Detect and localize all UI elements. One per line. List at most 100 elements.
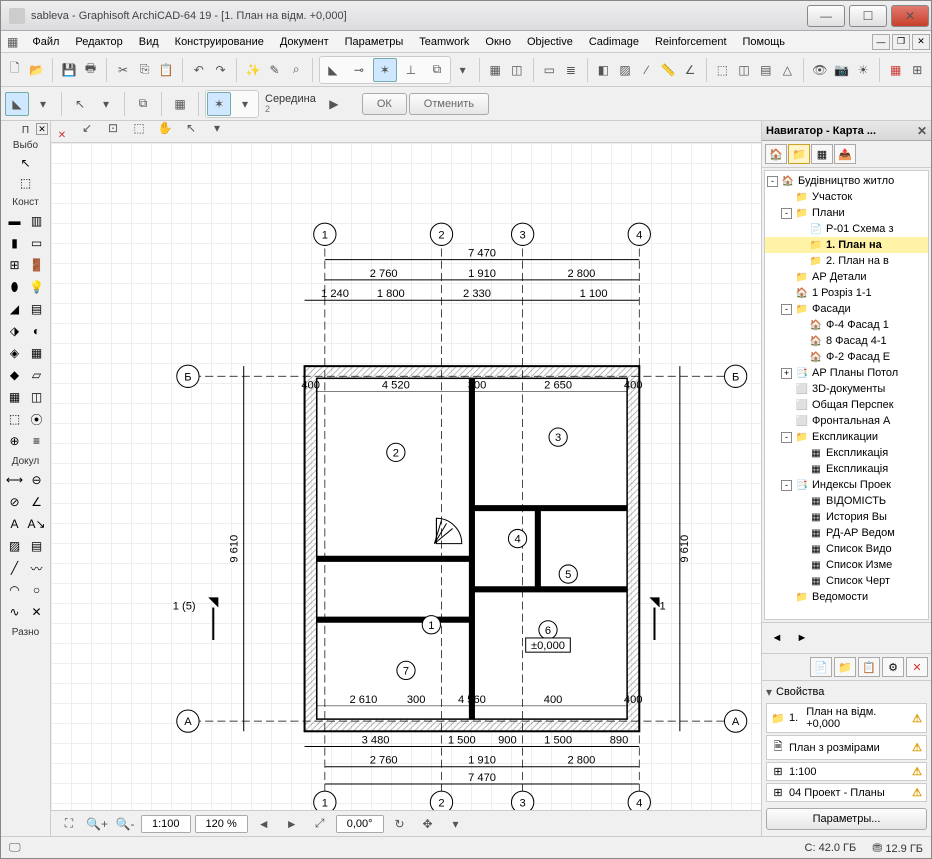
- grid-toggle-button[interactable]: ▦: [485, 58, 505, 82]
- tree-item[interactable]: ▦Експликація: [765, 461, 928, 477]
- zones-button[interactable]: ◫: [734, 58, 754, 82]
- radial-dim-tool[interactable]: ⊘: [5, 492, 25, 512]
- tree-item[interactable]: ⬜Общая Перспек: [765, 397, 928, 413]
- tree-item[interactable]: 📁Участок: [765, 189, 928, 205]
- trace-button[interactable]: ◧: [594, 58, 614, 82]
- wall-tool[interactable]: ▬: [5, 211, 25, 231]
- snap-end-button[interactable]: ⊸: [347, 58, 371, 82]
- cancel-button[interactable]: Отменить: [409, 93, 489, 115]
- pan-button[interactable]: ✥: [416, 812, 440, 836]
- zoom-prev-button[interactable]: ◄: [252, 812, 276, 836]
- zoom-extents-button[interactable]: ⛶: [57, 812, 81, 836]
- text-tool[interactable]: A: [5, 514, 25, 534]
- selection-tool-button[interactable]: ▦: [168, 92, 192, 116]
- marquee-selector-tool[interactable]: ⬚: [8, 173, 44, 193]
- tree-item[interactable]: 🏠Ф-2 Фасад Е: [765, 349, 928, 365]
- eyedropper-button[interactable]: ⌕: [286, 58, 306, 82]
- tree-item[interactable]: +📑АР Планы Потол: [765, 365, 928, 381]
- rail-tool[interactable]: ≡: [27, 431, 47, 451]
- hatch-tool[interactable]: ▤: [27, 536, 47, 556]
- menu-файл[interactable]: Файл: [24, 33, 67, 51]
- orientation-button[interactable]: ⤢: [308, 812, 332, 836]
- view-button[interactable]: 👁: [810, 58, 830, 82]
- tree-item[interactable]: 📁2. План на в: [765, 253, 928, 269]
- tree-item[interactable]: ⬜3D-документы: [765, 381, 928, 397]
- cut-button[interactable]: ✂: [113, 58, 133, 82]
- navigator-tree[interactable]: -🏠Будівництво житло📁Участок-📁Плани📄P-01 …: [764, 170, 929, 620]
- shell-tool[interactable]: ◐: [27, 321, 47, 341]
- tree-item[interactable]: 🏠8 Фасад 4-1: [765, 333, 928, 349]
- column-tool[interactable]: ▮: [5, 233, 25, 253]
- trace-settings[interactable]: ⬚: [127, 116, 151, 140]
- tree-item[interactable]: 🏠1 Розріз 1-1: [765, 285, 928, 301]
- angle-button[interactable]: ∠: [680, 58, 700, 82]
- menu-reinforcement[interactable]: Reinforcement: [647, 33, 735, 51]
- menu-редактор[interactable]: Редактор: [67, 33, 130, 51]
- tree-left-button[interactable]: ◄: [765, 626, 789, 650]
- property-row[interactable]: 🗎План з розмірами⚠: [766, 735, 927, 760]
- tab-close-button[interactable]: ✕: [55, 128, 69, 142]
- snap-corner-button[interactable]: ◣: [321, 58, 345, 82]
- morph-tool[interactable]: ◆: [5, 365, 25, 385]
- lamp-tool[interactable]: 💡: [27, 277, 47, 297]
- snap-int-button[interactable]: ⧉: [425, 58, 449, 82]
- line-button[interactable]: ∕: [637, 58, 657, 82]
- label-tool[interactable]: A↘: [27, 514, 47, 534]
- property-row[interactable]: ⊞1:100⚠: [766, 762, 927, 781]
- zoom-more-button[interactable]: ▾: [444, 812, 468, 836]
- tree-item[interactable]: 📁Ведомости: [765, 589, 928, 605]
- palette-close-button[interactable]: ✕: [36, 123, 48, 135]
- arrow-dropdown-button[interactable]: ▾: [94, 92, 118, 116]
- snap-settings-button[interactable]: ▾: [453, 58, 473, 82]
- menu-параметры[interactable]: Параметры: [337, 33, 412, 51]
- fill-button[interactable]: ▨: [615, 58, 635, 82]
- arrow-tool-button[interactable]: ↖: [68, 92, 92, 116]
- nav-layout-tab[interactable]: ▦: [811, 144, 833, 164]
- zoom-next-button[interactable]: ►: [280, 812, 304, 836]
- trace-toggle[interactable]: ↙: [75, 116, 99, 140]
- menu-вид[interactable]: Вид: [131, 33, 167, 51]
- tree-item[interactable]: -📁Експликации: [765, 429, 928, 445]
- tree-item[interactable]: -📁Фасади: [765, 301, 928, 317]
- tree-item[interactable]: ▦История Вы: [765, 509, 928, 525]
- tree-item[interactable]: ▦ВІДОМІСТЬ: [765, 493, 928, 509]
- pencil-button[interactable]: ✎: [265, 58, 285, 82]
- tree-item[interactable]: ⬜Фронтальная А: [765, 413, 928, 429]
- mdi-close-button[interactable]: ✕: [912, 34, 930, 50]
- redo-button[interactable]: ↷: [211, 58, 231, 82]
- new-view-button[interactable]: 📄: [810, 657, 832, 677]
- marquee-button[interactable]: ▭: [539, 58, 559, 82]
- tree-item[interactable]: ▦Список Видо: [765, 541, 928, 557]
- tree-right-button[interactable]: ►: [790, 626, 814, 650]
- tree-item[interactable]: ▦РД-АР Ведом: [765, 525, 928, 541]
- fill-tool[interactable]: ▨: [5, 536, 25, 556]
- tree-item[interactable]: 📁1. План на: [765, 237, 928, 253]
- orbit-button[interactable]: ↻: [388, 812, 412, 836]
- beam-tool[interactable]: ▭: [27, 233, 47, 253]
- profile-tool[interactable]: ⬚: [5, 409, 25, 429]
- zoom-in-button[interactable]: 🔍+: [85, 812, 109, 836]
- properties-button[interactable]: ⚙: [882, 657, 904, 677]
- circle-tool[interactable]: ○: [27, 580, 47, 600]
- arc-tool[interactable]: ◠: [5, 580, 25, 600]
- stairs-button[interactable]: ▤: [756, 58, 776, 82]
- roof-button[interactable]: △: [778, 58, 798, 82]
- curtainwall-tool[interactable]: ▥: [27, 211, 47, 231]
- zone-tool[interactable]: ▱: [27, 365, 47, 385]
- palette2-button[interactable]: ⊞: [907, 58, 927, 82]
- property-row[interactable]: ⊞04 Проект - Планы⚠: [766, 783, 927, 802]
- paste-button[interactable]: 📋: [157, 58, 177, 82]
- menu-конструирование[interactable]: Конструирование: [167, 33, 272, 51]
- tree-item[interactable]: 📄P-01 Схема з: [765, 221, 928, 237]
- open-file-button[interactable]: 📂: [27, 58, 47, 82]
- tree-item[interactable]: ▦Експликація: [765, 445, 928, 461]
- tree-item[interactable]: 📁АР Детали: [765, 269, 928, 285]
- window-tool[interactable]: ⊞: [5, 255, 25, 275]
- pipe-tool[interactable]: ⦿: [27, 409, 47, 429]
- door-tool[interactable]: 🚪: [27, 255, 47, 275]
- copy-button[interactable]: ⎘: [135, 58, 155, 82]
- menu-objective[interactable]: Objective: [519, 33, 581, 51]
- print-button[interactable]: 🖶: [81, 58, 101, 82]
- props-expander-icon[interactable]: ▾: [766, 685, 772, 699]
- delete-button[interactable]: ✕: [906, 657, 928, 677]
